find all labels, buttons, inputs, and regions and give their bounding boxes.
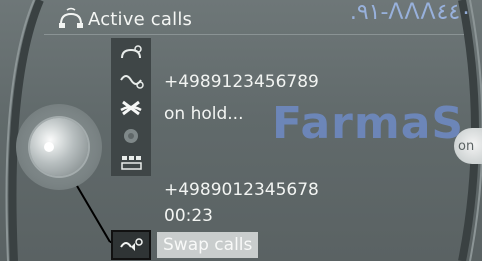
- call-transfer-icon: [120, 75, 144, 89]
- phone-icon: [59, 7, 83, 28]
- call-action-strip: [111, 38, 151, 176]
- strip-button-2[interactable]: [113, 66, 149, 94]
- knob-highlight-dot: [44, 142, 54, 152]
- swap-calls-button[interactable]: [111, 230, 151, 260]
- disabled-options-icon: [124, 129, 138, 143]
- strip-button-4[interactable]: [113, 122, 149, 150]
- watermark-text: .٩١-ΛΛΛ٤٤٠: [349, 0, 472, 25]
- keypad-icon: [121, 156, 142, 170]
- controller-knob[interactable]: [30, 118, 88, 176]
- right-knob[interactable]: on: [454, 128, 482, 164]
- title-divider: [44, 34, 464, 35]
- call-1-status: on hold...: [164, 104, 244, 124]
- strip-button-3[interactable]: [113, 94, 149, 122]
- strip-button-5[interactable]: [113, 148, 149, 176]
- right-knob-label: on: [458, 138, 475, 154]
- idrive-screen: Active calls .٩١-ΛΛΛ٤٤٠ +4989123456789 o…: [0, 0, 482, 261]
- watermark-logo: FarmaS: [272, 98, 465, 149]
- handset-with-signal-icon: [121, 45, 142, 59]
- end-call-icon: [120, 100, 142, 116]
- call-1-number[interactable]: +4989123456789: [164, 72, 319, 92]
- call-2-status: 00:23: [164, 206, 213, 226]
- strip-button-1[interactable]: [113, 40, 149, 68]
- call-2-number[interactable]: +4989012345678: [164, 180, 319, 200]
- swap-calls-icon: [120, 238, 143, 251]
- swap-calls-label[interactable]: Swap calls: [157, 232, 259, 258]
- page-title: Active calls: [88, 8, 193, 30]
